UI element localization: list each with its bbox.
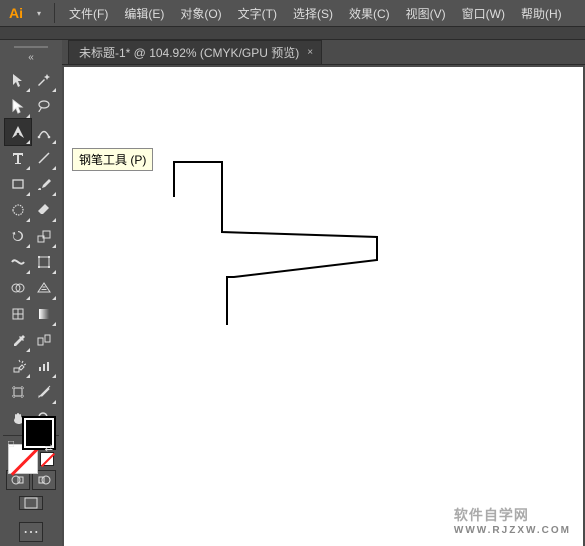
- pen-tool[interactable]: [5, 119, 31, 145]
- tool-grid: [5, 67, 57, 431]
- slice-tool[interactable]: [31, 379, 57, 405]
- type-tool[interactable]: [5, 145, 31, 171]
- magic-wand-tool[interactable]: [31, 67, 57, 93]
- menu-bar: Ai ▾ 文件(F) 编辑(E) 对象(O) 文字(T) 选择(S) 效果(C)…: [0, 0, 585, 26]
- artboard-tool[interactable]: [5, 379, 31, 405]
- rectangle-tool[interactable]: [5, 171, 31, 197]
- scale-tool[interactable]: [31, 223, 57, 249]
- shape-builder-tool[interactable]: [5, 275, 31, 301]
- document-tab-bar: 未标题-1* @ 104.92% (CMYK/GPU 预览) ×: [62, 40, 585, 65]
- panel-grip-icon[interactable]: [14, 46, 48, 48]
- symbol-sprayer-tool[interactable]: [5, 353, 31, 379]
- control-bar: [0, 26, 585, 40]
- screen-mode-button[interactable]: [19, 496, 43, 510]
- paintbrush-tool[interactable]: [31, 171, 57, 197]
- eyedropper-tool[interactable]: [5, 327, 31, 353]
- mesh-tool[interactable]: [5, 301, 31, 327]
- menu-effect[interactable]: 效果(C): [341, 5, 398, 22]
- menu-object[interactable]: 对象(O): [172, 5, 229, 22]
- menu-help[interactable]: 帮助(H): [513, 5, 570, 22]
- lasso-tool[interactable]: [31, 93, 57, 119]
- tools-panel: «: [0, 40, 62, 546]
- shaper-tool[interactable]: [5, 197, 31, 223]
- document-area: 未标题-1* @ 104.92% (CMYK/GPU 预览) × 软件自学网 W…: [62, 40, 585, 546]
- column-graph-tool[interactable]: [31, 353, 57, 379]
- document-tab[interactable]: 未标题-1* @ 104.92% (CMYK/GPU 预览) ×: [68, 40, 322, 64]
- fill-stroke-swatch[interactable]: ⇄ □: [8, 444, 54, 448]
- menu-edit[interactable]: 编辑(E): [116, 5, 172, 22]
- watermark: 软件自学网 WWW.RJZXW.COM: [454, 505, 571, 536]
- blend-tool[interactable]: [31, 327, 57, 353]
- direct-selection-tool[interactable]: [5, 93, 31, 119]
- free-transform-tool[interactable]: [31, 249, 57, 275]
- watermark-url: WWW.RJZXW.COM: [454, 525, 571, 536]
- menu-window[interactable]: 窗口(W): [454, 5, 513, 22]
- width-tool[interactable]: [5, 249, 31, 275]
- none-mode-swatch[interactable]: [40, 452, 54, 466]
- perspective-grid-tool[interactable]: [31, 275, 57, 301]
- document-tab-label: 未标题-1* @ 104.92% (CMYK/GPU 预览): [79, 44, 299, 61]
- close-tab-icon[interactable]: ×: [307, 47, 313, 58]
- line-segment-tool[interactable]: [31, 145, 57, 171]
- app-menu-chevron-icon[interactable]: ▾: [30, 9, 48, 18]
- menu-view[interactable]: 视图(V): [398, 5, 454, 22]
- app-logo: Ai: [6, 3, 26, 23]
- gradient-tool[interactable]: [31, 301, 57, 327]
- rotate-tool[interactable]: [5, 223, 31, 249]
- menu-type[interactable]: 文字(T): [230, 5, 285, 22]
- watermark-text: 软件自学网: [454, 507, 529, 523]
- menu-file[interactable]: 文件(F): [61, 5, 116, 22]
- menu-separator: [54, 3, 55, 23]
- menu-select[interactable]: 选择(S): [285, 5, 341, 22]
- tooltip-pen-tool: 钢笔工具 (P): [72, 148, 153, 171]
- eraser-tool[interactable]: [31, 197, 57, 223]
- artwork-path: [64, 67, 583, 546]
- edit-toolbar-button[interactable]: ⋯: [19, 522, 43, 542]
- canvas[interactable]: 软件自学网 WWW.RJZXW.COM: [64, 67, 583, 546]
- collapse-panel-icon[interactable]: «: [28, 52, 34, 63]
- default-fill-stroke-icon[interactable]: □: [8, 439, 14, 450]
- selection-tool[interactable]: [5, 67, 31, 93]
- curvature-tool[interactable]: [31, 119, 57, 145]
